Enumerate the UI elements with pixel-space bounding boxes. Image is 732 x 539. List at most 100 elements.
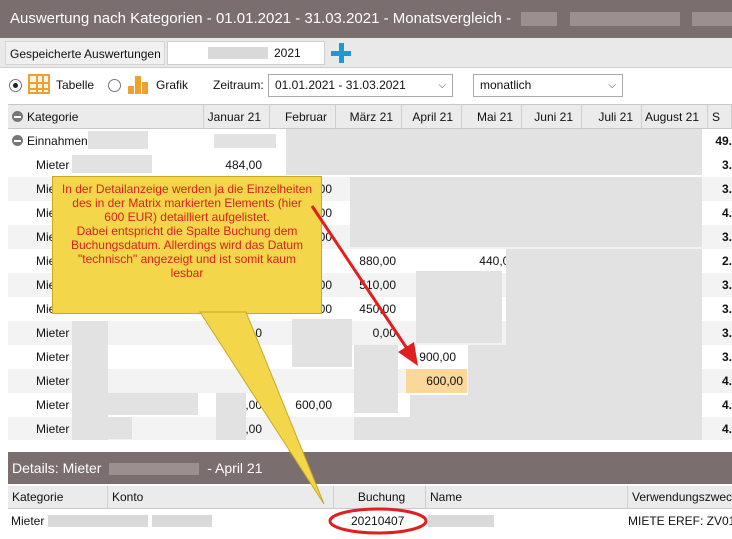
col-mai[interactable]: Mai 21 [462, 105, 522, 129]
redacted-text [691, 12, 732, 27]
col-maerz[interactable]: März 21 [336, 105, 402, 129]
col-juni[interactable]: Juni 21 [522, 105, 582, 129]
details-title: Details: Mieter - April 21 [8, 452, 732, 484]
saved-reports-field[interactable]: 2021 [167, 41, 325, 65]
redacted-area [292, 319, 352, 367]
cell-mar[interactable]: 880,00 [336, 249, 396, 273]
cell-sum: 4. [721, 398, 732, 412]
matrix-header: Kategorie Januar 21 Februar 21 März 21 A… [8, 105, 732, 148]
cell-sum: 3. [721, 158, 732, 172]
row-label: Mieter [36, 422, 70, 436]
cell-mar[interactable]: 450,00 [336, 297, 396, 321]
redacted-area [506, 249, 702, 345]
cell-sum: 3. [721, 326, 732, 340]
add-report-icon[interactable] [331, 43, 351, 63]
callout-text-1: In der Detailanzeige werden ja die Einze… [61, 182, 313, 224]
redacted-area [72, 321, 108, 440]
details-header: Kategorie Konto Buchung Name Verwendungs… [8, 486, 732, 509]
redacted-area [354, 345, 398, 413]
cell-mar[interactable]: 510,00 [336, 273, 396, 297]
cell-apr[interactable] [402, 249, 456, 273]
view-options: Tabelle Grafik Zeitraum: 01.01.2021 - 31… [0, 70, 732, 100]
redacted-area [286, 129, 702, 175]
chevron-down-icon: ⌵ [608, 80, 616, 91]
row-label: Mieter [36, 158, 70, 172]
redacted-text [569, 12, 680, 27]
redacted-text [88, 131, 148, 149]
col-januar[interactable]: Januar 21 [204, 105, 270, 129]
col-kategorie[interactable]: Kategorie [8, 486, 108, 509]
cell-sum: 3. [721, 278, 732, 292]
redacted-text [152, 515, 212, 527]
row-label: Mieter [36, 398, 70, 412]
redacted-area [416, 271, 502, 343]
redacted-area [72, 155, 152, 173]
cell-jan[interactable]: 3 [204, 369, 262, 393]
cell-jan[interactable]: 0 [204, 321, 262, 345]
annotation-callout: In der Detailanzeige werden ja die Einze… [52, 176, 322, 314]
redacted-text [521, 12, 558, 27]
row-label: Mieter [36, 350, 70, 364]
redacted-text [428, 515, 494, 527]
redacted-text [109, 463, 200, 476]
group-sum: 49. [715, 134, 732, 148]
row-label: Mieter [36, 374, 70, 388]
details-row[interactable]: Mieter 20210407 MIETE EREF: ZV01 [8, 510, 732, 532]
redacted-area [108, 417, 132, 439]
detail-kategorie: Mieter [11, 514, 45, 528]
cell-sum: 2. [721, 254, 732, 268]
callout-text-2: Dabei entspricht die Spalte Buchung dem … [70, 224, 304, 280]
redacted-area [468, 345, 702, 395]
col-juli[interactable]: Juli 21 [582, 105, 642, 129]
cell-sum: 3. [721, 230, 732, 244]
saved-reports-bar: Gespeicherte Auswertungen 2021 [0, 38, 732, 68]
period-label: Zeitraum: [213, 78, 264, 92]
col-august[interactable]: August 21 [642, 105, 708, 129]
window-title: Auswertung nach Kategorien - 01.01.2021 … [0, 0, 732, 38]
chart-icon-bar [135, 76, 141, 94]
cell-sum: 3. [721, 302, 732, 316]
cell-apr[interactable]: 900,00 [402, 345, 456, 369]
chart-icon-bar [142, 82, 148, 94]
cell-feb[interactable] [270, 369, 332, 393]
cell-feb[interactable] [270, 417, 332, 440]
col-april[interactable]: April 21 [402, 105, 462, 129]
redacted-area [350, 177, 702, 247]
redacted-text [48, 515, 148, 527]
col-konto[interactable]: Konto [108, 486, 334, 509]
table-icon [28, 74, 50, 94]
period-select[interactable]: 01.01.2021 - 31.03.2021 ⌵ [268, 74, 453, 97]
col-verwendungszweck[interactable]: Verwendungszweck [628, 486, 732, 509]
cell-jan[interactable]: 484,00 [204, 153, 262, 177]
col-kategorie[interactable]: Kategorie [8, 105, 204, 129]
saved-reports-label: Gespeicherte Auswertungen [5, 41, 165, 65]
detail-verwendung: MIETE EREF: ZV01 [628, 514, 732, 528]
cell-sum: 3. [721, 182, 732, 196]
redacted-area [108, 393, 198, 415]
group-label: Einnahmen- [8, 129, 92, 153]
view-chart-radio[interactable] [108, 79, 121, 92]
view-table-label: Tabelle [56, 78, 95, 92]
cell-sum: 3. [721, 350, 732, 364]
chevron-down-icon: ⌵ [438, 80, 446, 91]
cell-feb[interactable]: 600,00 [270, 393, 332, 417]
col-februar[interactable]: Februar 21 [270, 105, 336, 148]
redacted-text [214, 134, 276, 148]
redacted-area [354, 417, 702, 440]
view-chart-label: Grafik [156, 78, 189, 92]
redacted-area [216, 393, 246, 440]
collapse-icon[interactable] [12, 135, 23, 146]
row-label: Mieter [36, 326, 70, 340]
collapse-icon[interactable] [12, 111, 23, 122]
chart-icon [128, 74, 150, 94]
col-name[interactable]: Name [426, 486, 628, 509]
cell-sum: 4. [721, 206, 732, 220]
redacted-area [410, 395, 702, 419]
redacted-text [208, 47, 268, 59]
view-table-radio[interactable] [9, 79, 22, 92]
col-summe[interactable]: S [708, 105, 732, 129]
selected-cell[interactable]: 600,00 [406, 369, 467, 393]
col-buchung[interactable]: Buchung [334, 486, 426, 509]
interval-select[interactable]: monatlich ⌵ [473, 74, 623, 97]
cell-jan[interactable] [204, 345, 262, 369]
